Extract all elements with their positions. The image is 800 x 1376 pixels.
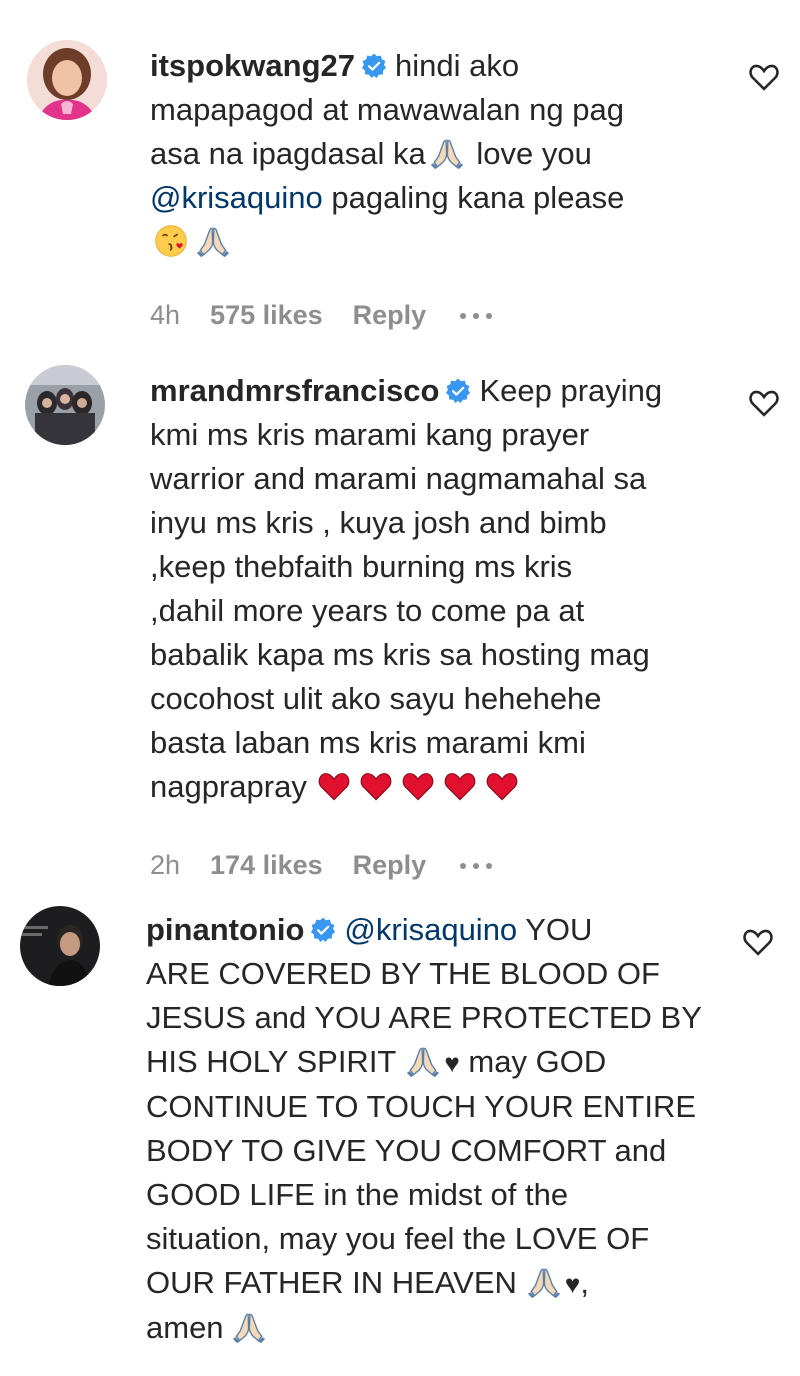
comment-line: kmi ms kris marami kang prayer (150, 417, 590, 452)
comment-line: babalik kapa ms kris sa hosting mag (150, 637, 650, 672)
comment-line: ,dahil more years to come pa at (150, 593, 585, 628)
folded-hands-emoji (232, 1310, 266, 1344)
black-heart-emoji: ♥ (444, 1048, 460, 1078)
reply-button[interactable]: Reply (353, 850, 427, 881)
red-heart-emoji (443, 769, 477, 803)
like-heart-icon[interactable] (747, 386, 781, 420)
username[interactable]: mrandmrsfrancisco (150, 373, 439, 408)
kissing-face-emoji (154, 224, 188, 258)
more-dots-icon[interactable] (460, 312, 493, 319)
comment-line: hindi ako (395, 48, 520, 83)
red-heart-emoji (485, 769, 519, 803)
folded-hands-emoji (430, 136, 464, 170)
avatar-image-icon (20, 906, 100, 986)
comment-line: JESUS and YOU ARE PROTECTED BY (146, 1000, 702, 1035)
folded-hands-emoji (406, 1044, 440, 1078)
comment-line: BODY TO GIVE YOU COMFORT and (146, 1133, 667, 1168)
comment-line: ARE COVERED BY THE BLOOD OF (146, 956, 660, 991)
avatar[interactable] (25, 365, 105, 445)
comment-meta: 2h 174 likes Reply (150, 850, 522, 881)
comment-line: asa na ipagdasal ka (150, 136, 426, 171)
username[interactable]: itspokwang27 (150, 48, 355, 83)
more-dots-icon[interactable] (460, 862, 493, 869)
comment-line: nagprapray (150, 769, 307, 804)
comment-line: OUR FATHER IN HEAVEN (146, 1265, 517, 1300)
black-heart-emoji: ♥ (564, 1269, 581, 1299)
comment-line: HIS HOLY SPIRIT (146, 1044, 397, 1079)
folded-hands-emoji (527, 1265, 561, 1299)
timestamp: 4h (150, 300, 181, 330)
comment-line: basta laban ms kris marami kmi (150, 725, 586, 760)
likes-count[interactable]: 174 likes (210, 850, 323, 881)
comment-line: mapapagod at mawawalan ng pag (150, 92, 624, 127)
avatar-image-icon (27, 40, 107, 120)
comment-line: , (580, 1265, 589, 1300)
like-heart-icon[interactable] (741, 925, 775, 959)
verified-badge-icon (310, 917, 336, 943)
comment-line: situation, may you feel the LOVE OF (146, 1221, 650, 1256)
comment-line: ,keep thebfaith burning ms kris (150, 549, 573, 584)
comment-text: itspokwang27 hindi ako mapapagod at mawaw… (150, 44, 715, 264)
comment-text: pinantonio @krisaquino YOU ARE COVERED BY… (146, 908, 716, 1350)
comment-meta: 4h 575 likes Reply (150, 300, 522, 331)
reply-button[interactable]: Reply (353, 300, 427, 331)
avatar-image-icon (25, 365, 105, 445)
comment-line: Keep praying (479, 373, 663, 408)
verified-badge-icon (445, 378, 471, 404)
red-heart-emoji (317, 769, 351, 803)
red-heart-emoji (401, 769, 435, 803)
likes-count[interactable]: 575 likes (210, 300, 323, 331)
comment-line: YOU (517, 912, 593, 947)
mention-link[interactable]: @krisaquino (344, 912, 517, 947)
mention-link[interactable]: @krisaquino (150, 180, 323, 215)
comment-line: inyu ms kris , kuya josh and bimb (150, 505, 607, 540)
comment-text: mrandmrsfrancisco Keep praying kmi ms kri… (150, 369, 715, 809)
username[interactable]: pinantonio (146, 912, 304, 947)
comment-line: amen (146, 1310, 224, 1345)
comment-line: love you (467, 136, 592, 171)
avatar[interactable] (27, 40, 107, 120)
comment-line: GOOD LIFE in the midst of the (146, 1177, 569, 1212)
verified-badge-icon (361, 53, 387, 79)
comment-line: may GOD (459, 1044, 607, 1079)
comment-line: CONTINUE TO TOUCH YOUR ENTIRE (146, 1089, 697, 1124)
like-heart-icon[interactable] (747, 60, 781, 94)
avatar[interactable] (20, 906, 100, 986)
timestamp: 2h (150, 850, 181, 880)
folded-hands-emoji (196, 224, 230, 258)
comment-line: pagaling kana please (322, 180, 625, 215)
comment-line: cocohost ulit ako sayu hehehehe (150, 681, 602, 716)
red-heart-emoji (359, 769, 393, 803)
comment-line: warrior and marami nagmamahal sa (150, 461, 647, 496)
